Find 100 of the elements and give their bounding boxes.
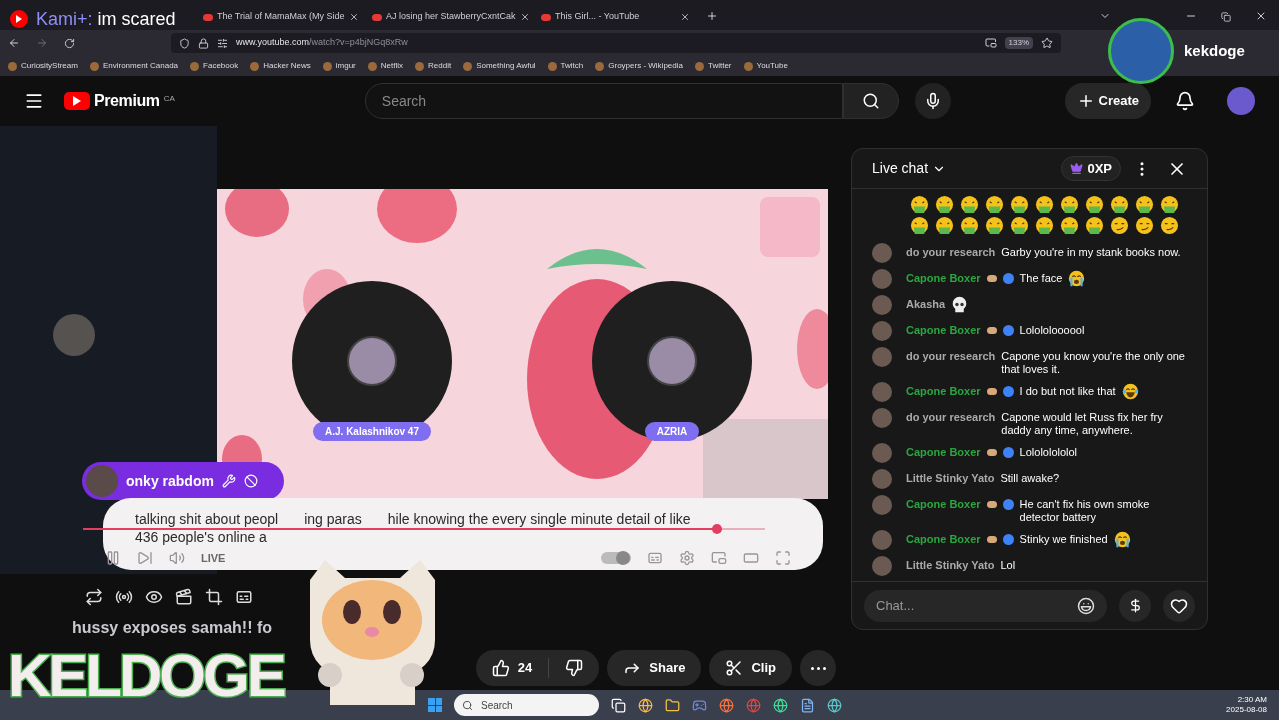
chat-author: Capone Boxer (906, 385, 981, 398)
super-chat-button[interactable] (1119, 589, 1151, 622)
like-button[interactable]: 24 (475, 658, 550, 678)
xp-badge[interactable]: 0XP (1061, 155, 1121, 182)
clapperboard-icon[interactable] (175, 588, 193, 606)
browser-tab[interactable]: This Girl... - YouTube (533, 4, 698, 30)
youtube-favicon-icon (541, 13, 551, 21)
close-icon[interactable] (680, 12, 690, 22)
browser-tab[interactable]: The Trial of MamaMax (My Side (195, 4, 360, 30)
crown-icon (1070, 162, 1084, 175)
share-button[interactable]: Share (607, 650, 702, 686)
file-explorer-icon[interactable] (665, 697, 680, 713)
bookmark-link[interactable]: Reddit (415, 60, 452, 72)
bookmark-link[interactable]: Twitter (694, 60, 732, 72)
next-icon[interactable] (137, 550, 153, 567)
menu-icon[interactable] (24, 91, 44, 111)
favicon-icon (743, 61, 753, 71)
user-avatar (872, 382, 892, 402)
favicon-icon (415, 61, 425, 71)
shield-icon (179, 37, 190, 49)
chat-author: Capone Boxer (906, 324, 981, 337)
bookmark-link[interactable]: YouTube (743, 60, 788, 72)
notifications-icon[interactable] (1175, 91, 1195, 111)
favicon-icon (8, 61, 17, 71)
create-button[interactable]: Create (1064, 83, 1151, 119)
chat-author: do your research (906, 246, 996, 259)
browser-tab[interactable]: AJ losing her StawberryCxntCak (364, 4, 529, 30)
chat-input[interactable]: Chat... (864, 589, 1107, 622)
chat-message: Lolololoooool (1019, 324, 1085, 337)
bookmark-link[interactable]: Something Awful (463, 60, 536, 72)
browser-icon[interactable] (638, 697, 653, 713)
chat-message: Capone would let Russ fix her fry daddy any time, anywhere. (1001, 411, 1164, 437)
broadcast-icon[interactable] (115, 588, 133, 606)
address-bar[interactable]: www.youtube.com/watch?v=p4bjNGq8xRw 133% (171, 33, 1061, 53)
chat-author: Capone Boxer (906, 272, 981, 285)
vomit-emoji-icon (985, 195, 1004, 214)
avatar-placeholder (52, 314, 95, 356)
repeat-icon[interactable] (85, 588, 103, 606)
eye-icon[interactable] (145, 588, 163, 606)
restore-icon[interactable] (1221, 12, 1231, 22)
chat-author: Little Stinky Yato (906, 472, 995, 485)
app-icon[interactable] (773, 697, 788, 713)
bookmark-link[interactable]: Hacker News (250, 60, 311, 72)
back-icon[interactable] (8, 37, 20, 49)
chat-message: He can't fix his own smoke detector battery (1019, 498, 1151, 524)
windows-start-icon[interactable] (428, 698, 442, 712)
more-button[interactable] (800, 650, 836, 686)
close-icon[interactable] (348, 12, 359, 22)
voice-search-button[interactable] (914, 83, 951, 119)
user-avatar (872, 295, 892, 315)
live-chat-menu[interactable]: Live chat (872, 158, 947, 179)
notepad-icon[interactable] (800, 697, 815, 713)
favicon-icon (89, 61, 99, 71)
new-tab-icon[interactable] (706, 10, 718, 22)
search-button[interactable] (842, 83, 899, 119)
picture-in-picture-icon[interactable] (984, 37, 997, 49)
vomit-emoji-icon (1085, 216, 1104, 235)
zoom-level[interactable]: 133% (1004, 37, 1033, 49)
chat-author: Akasha (906, 298, 946, 311)
globe-icon[interactable] (827, 697, 842, 713)
caption-text: 436 people's online a (135, 528, 267, 546)
autoplay-toggle[interactable] (601, 552, 631, 565)
bookmark-star-icon[interactable] (1041, 37, 1053, 49)
youtube-favicon-icon (203, 13, 213, 21)
pause-icon[interactable] (105, 550, 121, 567)
vomit-emoji-icon (935, 195, 954, 214)
account-avatar[interactable] (1227, 87, 1255, 115)
chat-message: Lolololololol (1019, 446, 1078, 459)
taskbar-search-field[interactable]: Search (454, 694, 599, 716)
thumbs-down-icon (565, 659, 584, 677)
reload-icon[interactable] (64, 37, 75, 49)
like-chat-button[interactable] (1163, 589, 1195, 622)
vomit-emoji-icon (1110, 195, 1129, 214)
close-icon[interactable] (519, 12, 530, 22)
chat-message: Capone you know you're the only one that loves it. (1001, 350, 1186, 376)
chat-author: Capone Boxer (906, 533, 981, 546)
search-field[interactable]: Search (364, 83, 843, 119)
participant-name: A.J. Kalashnikov 47 (313, 422, 431, 441)
vomit-emoji-icon (935, 216, 954, 235)
bookmark-link[interactable]: Netflix (367, 60, 404, 72)
app-icon[interactable] (746, 697, 761, 713)
task-view-icon[interactable] (611, 697, 626, 713)
subtitles-icon[interactable] (235, 588, 253, 606)
bookmark-link[interactable]: CuriosityStream (8, 60, 78, 72)
bookmark-link[interactable]: imgur (322, 60, 356, 72)
settings-icon[interactable] (679, 550, 695, 567)
bookmark-link[interactable]: Groypers - Wikipedia (595, 60, 683, 72)
avatar-placeholder (347, 336, 397, 386)
youtube-premium-logo[interactable]: Premium CA (64, 89, 175, 113)
bookmark-link[interactable]: Environment Canada (89, 60, 179, 72)
favicon-icon (250, 61, 260, 71)
chat-author: Capone Boxer (906, 498, 981, 511)
crop-icon[interactable] (205, 588, 223, 606)
bookmark-link[interactable]: Twitch (547, 60, 584, 72)
miniplayer-icon[interactable] (711, 550, 727, 567)
volume-icon[interactable] (169, 550, 185, 567)
clip-button[interactable]: Clip (709, 650, 792, 686)
close-icon[interactable] (1255, 10, 1267, 22)
bookmark-link[interactable]: Facebook (190, 60, 239, 72)
scissors-icon (725, 659, 744, 677)
